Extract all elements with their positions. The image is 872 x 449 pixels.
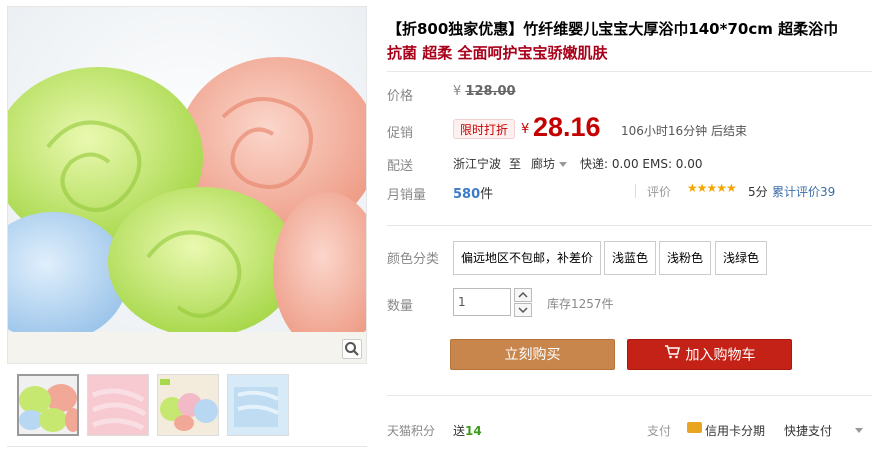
promo-price: 28.16 [533, 112, 601, 142]
towel-photo [8, 7, 366, 363]
sales-unit: 件 [480, 187, 494, 202]
product-gallery [7, 6, 367, 447]
quantity-decrease-button[interactable] [514, 303, 532, 317]
promo-label: 促销 [387, 126, 414, 141]
credit-installment-option[interactable]: 信用卡分期 [705, 422, 765, 439]
sku-option-light-blue[interactable]: 浅蓝色 [604, 241, 657, 275]
zoom-icon[interactable] [342, 339, 362, 359]
product-detail: 【折800独家优惠】竹纤维婴儿宝宝大厚浴巾140*70cm 超柔浴巾 抗菌 超柔… [387, 0, 872, 449]
shipping-destination: 廊坊 [531, 157, 556, 171]
thumbnail-2[interactable] [87, 374, 149, 436]
divider [7, 446, 367, 447]
sku-option-light-pink[interactable]: 浅粉色 [659, 241, 712, 275]
chevron-down-icon[interactable] [855, 428, 863, 433]
buy-now-button[interactable]: 立刻购买 [450, 339, 615, 370]
original-price: ¥ 128.00 [453, 84, 516, 99]
sku-option-remote-area[interactable]: 偏远地区不包邮，补差价 [453, 241, 602, 275]
price-label: 价格 [387, 89, 414, 104]
shipping-from: 浙江宁波 [453, 157, 502, 171]
review-count-link[interactable]: 累计评价39 [772, 183, 835, 200]
points-label: 天猫积分 [387, 424, 436, 438]
shipping-destination-select[interactable]: 廊坊 [531, 155, 568, 172]
divider [635, 184, 636, 198]
quantity-label: 数量 [387, 299, 414, 314]
divider [387, 225, 872, 226]
sales-count: 580 [453, 187, 481, 202]
thumbnail-3[interactable] [157, 374, 219, 436]
shipping-fees: 快递: 0.00 EMS: 0.00 [580, 157, 703, 171]
stock-count: 库存1257件 [547, 297, 614, 311]
divider [387, 71, 872, 72]
thumbnail-4[interactable] [227, 374, 289, 436]
monthly-sales: 580件 [453, 183, 493, 202]
shipping-to-word: 至 [509, 157, 522, 171]
payment-label: 支付 [647, 424, 672, 438]
chevron-down-icon [518, 307, 528, 314]
product-title: 【折800独家优惠】竹纤维婴儿宝宝大厚浴巾140*70cm 超柔浴巾 [387, 20, 839, 38]
currency-symbol: ¥ [453, 84, 462, 99]
chevron-down-icon [559, 162, 568, 167]
add-to-cart-label: 加入购物车 [685, 347, 756, 364]
star-rating-icon: ★★★★★ [687, 181, 737, 195]
shopping-cart-icon [664, 340, 680, 371]
points-number: 14 [465, 424, 482, 438]
promo-currency: ¥ [521, 122, 530, 137]
quantity-input[interactable]: 1 [453, 288, 511, 316]
sku-option-light-green[interactable]: 浅绿色 [715, 241, 768, 275]
promo-countdown: 106小时16分钟 后结束 [621, 124, 747, 138]
rating-score: 5分 [748, 185, 768, 199]
sku-label: 颜色分类 [387, 252, 440, 267]
points-prefix: 送 [453, 424, 466, 438]
credit-card-icon [687, 422, 702, 433]
quick-pay-option[interactable]: 快捷支付 [784, 422, 832, 439]
rating-label: 评价 [647, 185, 672, 199]
add-to-cart-button[interactable]: 加入购物车 [627, 339, 792, 370]
original-price-value: 128.00 [465, 84, 516, 99]
thumbnail-strip [17, 374, 317, 438]
divider [387, 395, 872, 396]
sales-label: 月销量 [387, 188, 427, 203]
shipping-label: 配送 [387, 159, 414, 174]
points-value: 送14 [453, 422, 482, 439]
quantity-increase-button[interactable] [514, 288, 532, 302]
chevron-up-icon [518, 291, 528, 298]
thumbnail-1[interactable] [17, 374, 79, 436]
main-product-image[interactable] [7, 6, 367, 364]
promo-tag: 限时打折 [453, 119, 516, 139]
product-subtitle: 抗菌 超柔 全面呵护宝宝骄嫩肌肤 [387, 44, 608, 62]
